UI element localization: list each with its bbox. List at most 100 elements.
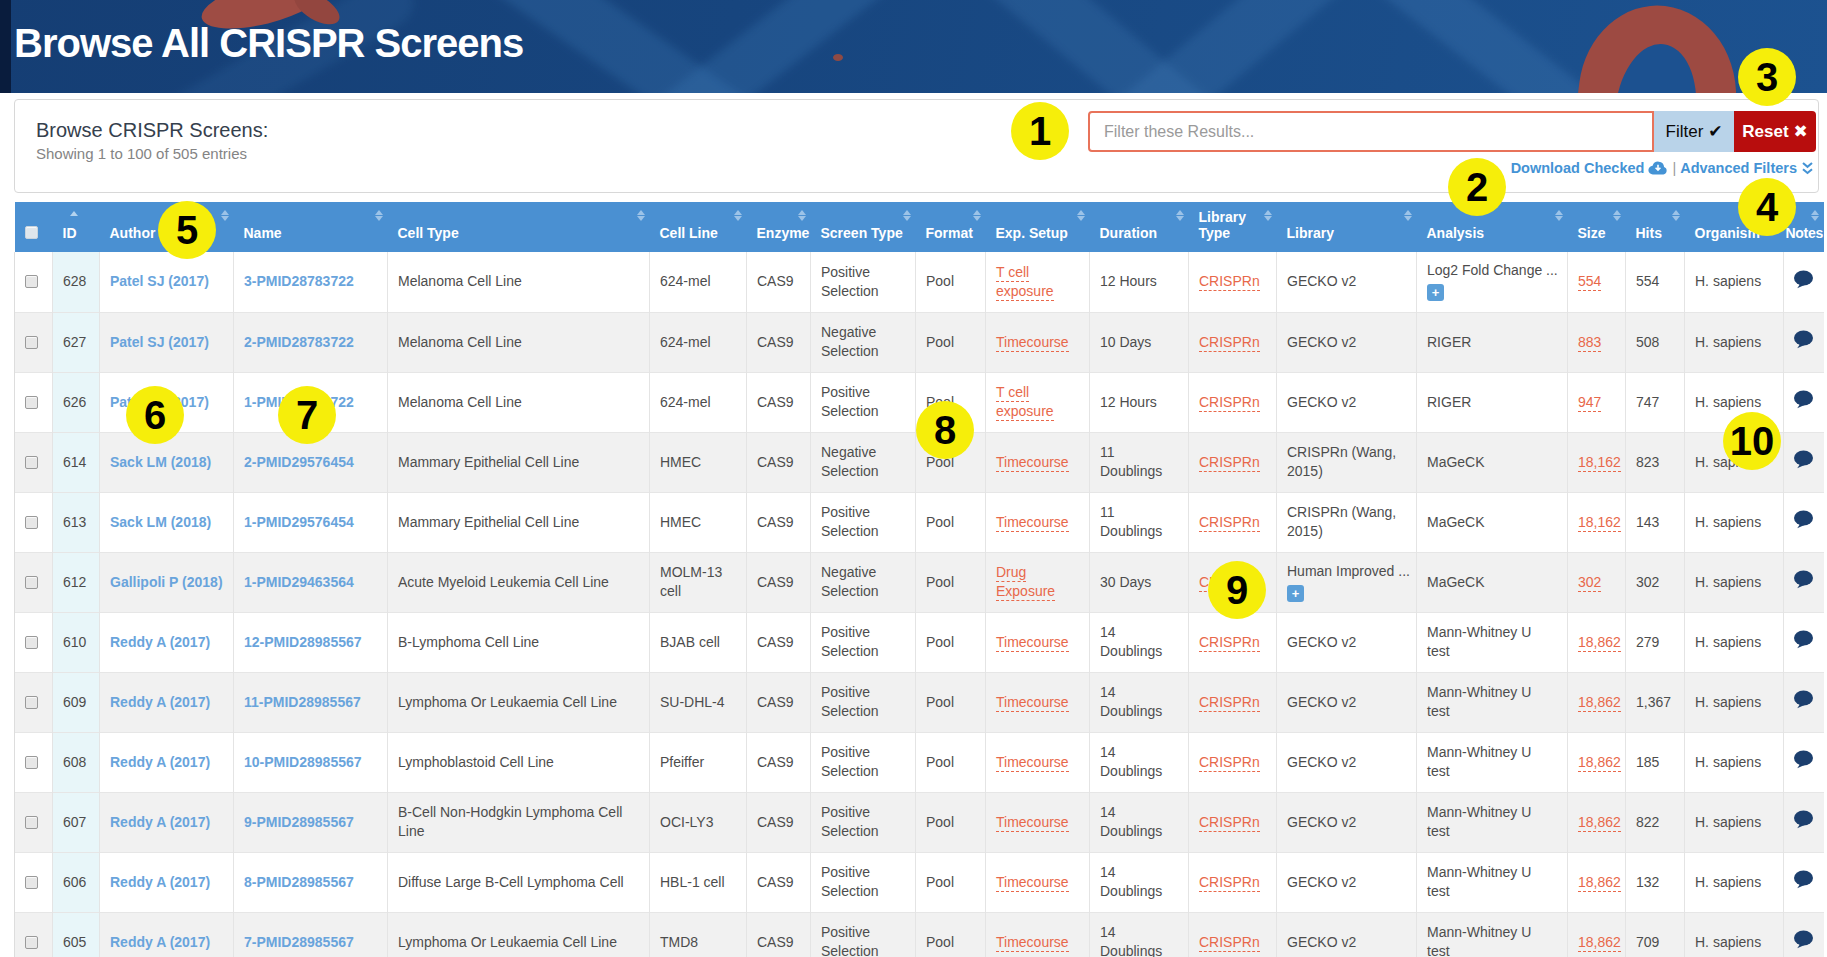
- column-header-exp_setup[interactable]: Exp. Setup: [986, 202, 1090, 252]
- notes-icon[interactable]: [1793, 396, 1814, 412]
- library_type-link[interactable]: CRISPRn: [1199, 814, 1260, 832]
- library_type-link[interactable]: CRISPRn: [1199, 394, 1260, 412]
- notes-icon[interactable]: [1793, 276, 1814, 292]
- filter-input[interactable]: [1088, 111, 1654, 152]
- name-link[interactable]: 12-PMID28985567: [244, 634, 362, 650]
- column-header-library[interactable]: Library: [1277, 202, 1417, 252]
- exp_setup-link[interactable]: Timecourse: [996, 814, 1069, 832]
- exp_setup-link[interactable]: Timecourse: [996, 874, 1069, 892]
- row-checkbox[interactable]: [25, 696, 38, 709]
- name-link[interactable]: 1-PMID29463564: [244, 574, 354, 590]
- notes-icon[interactable]: [1793, 816, 1814, 832]
- column-header-duration[interactable]: Duration: [1090, 202, 1189, 252]
- exp_setup-link[interactable]: Drug Exposure: [996, 564, 1055, 601]
- column-header-enzyme[interactable]: Enzyme: [747, 202, 811, 252]
- notes-icon[interactable]: [1793, 336, 1814, 352]
- exp_setup-link[interactable]: T cell exposure: [996, 384, 1054, 421]
- size-link[interactable]: 18,162: [1578, 454, 1621, 472]
- exp_setup-link[interactable]: Timecourse: [996, 754, 1069, 772]
- size-link[interactable]: 302: [1578, 574, 1601, 592]
- author-link[interactable]: Sack LM (2018): [110, 454, 211, 470]
- column-header-name[interactable]: Name: [234, 202, 388, 252]
- author-link[interactable]: Reddy A (2017): [110, 754, 210, 770]
- row-checkbox[interactable]: [25, 396, 38, 409]
- name-link[interactable]: 3-PMID28783722: [244, 273, 354, 289]
- library_type-link[interactable]: CRISPRn: [1199, 454, 1260, 472]
- column-header-format[interactable]: Format: [916, 202, 986, 252]
- size-link[interactable]: 18,862: [1578, 634, 1621, 652]
- author-link[interactable]: Reddy A (2017): [110, 934, 210, 950]
- size-link[interactable]: 18,862: [1578, 694, 1621, 712]
- author-link[interactable]: Reddy A (2017): [110, 694, 210, 710]
- notes-icon[interactable]: [1793, 936, 1814, 952]
- name-link[interactable]: 11-PMID28985567: [244, 694, 361, 710]
- row-checkbox[interactable]: [25, 456, 38, 469]
- library_type-link[interactable]: CRISPRn: [1199, 273, 1260, 291]
- row-checkbox[interactable]: [25, 576, 38, 589]
- exp_setup-link[interactable]: Timecourse: [996, 454, 1069, 472]
- row-checkbox[interactable]: [25, 516, 38, 529]
- column-header-cell_line[interactable]: Cell Line: [650, 202, 747, 252]
- author-link[interactable]: Reddy A (2017): [110, 814, 210, 830]
- author-link[interactable]: Reddy A (2017): [110, 634, 210, 650]
- author-link[interactable]: Patel SJ (2017): [110, 334, 209, 350]
- size-link[interactable]: 883: [1578, 334, 1601, 352]
- name-link[interactable]: 2-PMID28783722: [244, 334, 354, 350]
- column-header-hits[interactable]: Hits: [1626, 202, 1685, 252]
- notes-icon[interactable]: [1793, 516, 1814, 532]
- exp_setup-link[interactable]: Timecourse: [996, 934, 1069, 952]
- column-header-cell_type[interactable]: Cell Type: [388, 202, 650, 252]
- column-header-size[interactable]: Size: [1568, 202, 1626, 252]
- filter-button[interactable]: Filter ✔: [1654, 111, 1734, 152]
- reset-button[interactable]: Reset ✖: [1734, 111, 1816, 152]
- select-all-checkbox[interactable]: [25, 226, 38, 239]
- library_type-link[interactable]: CRISPRn: [1199, 874, 1260, 892]
- name-link[interactable]: 2-PMID29576454: [244, 454, 354, 470]
- name-link[interactable]: 10-PMID28985567: [244, 754, 362, 770]
- size-link[interactable]: 947: [1578, 394, 1601, 412]
- library_type-link[interactable]: CRISPRn: [1199, 934, 1260, 952]
- row-checkbox[interactable]: [25, 756, 38, 769]
- library_type-link[interactable]: CRISPRn: [1199, 754, 1260, 772]
- notes-icon[interactable]: [1793, 756, 1814, 772]
- author-link[interactable]: Patel SJ (2017): [110, 273, 209, 289]
- library_type-link[interactable]: CRISPRn: [1199, 334, 1260, 352]
- exp_setup-link[interactable]: Timecourse: [996, 634, 1069, 652]
- name-link[interactable]: 7-PMID28985567: [244, 934, 354, 950]
- column-header-library_type[interactable]: Library Type: [1189, 202, 1277, 252]
- author-link[interactable]: Gallipoli P (2018): [110, 574, 223, 590]
- column-header-id[interactable]: ID: [53, 202, 100, 252]
- size-link[interactable]: 554: [1578, 273, 1601, 291]
- size-link[interactable]: 18,862: [1578, 814, 1621, 832]
- row-checkbox[interactable]: [25, 275, 38, 288]
- expand-plus-icon[interactable]: +: [1427, 284, 1444, 301]
- library_type-link[interactable]: CRISPRn: [1199, 514, 1260, 532]
- size-link[interactable]: 18,862: [1578, 754, 1621, 772]
- notes-icon[interactable]: [1793, 576, 1814, 592]
- size-link[interactable]: 18,862: [1578, 874, 1621, 892]
- row-checkbox[interactable]: [25, 636, 38, 649]
- size-link[interactable]: 18,862: [1578, 934, 1621, 952]
- row-checkbox[interactable]: [25, 876, 38, 889]
- notes-icon[interactable]: [1793, 876, 1814, 892]
- author-link[interactable]: Reddy A (2017): [110, 874, 210, 890]
- author-link[interactable]: Sack LM (2018): [110, 514, 211, 530]
- notes-icon[interactable]: [1793, 456, 1814, 472]
- notes-icon[interactable]: [1793, 696, 1814, 712]
- exp_setup-link[interactable]: Timecourse: [996, 334, 1069, 352]
- library_type-link[interactable]: CRISPRn: [1199, 694, 1260, 712]
- download-checked-link[interactable]: Download Checked: [1511, 160, 1669, 176]
- name-link[interactable]: 8-PMID28985567: [244, 874, 354, 890]
- advanced-filters-link[interactable]: Advanced Filters: [1680, 160, 1814, 176]
- exp_setup-link[interactable]: Timecourse: [996, 694, 1069, 712]
- exp_setup-link[interactable]: T cell exposure: [996, 264, 1054, 301]
- row-checkbox[interactable]: [25, 936, 38, 949]
- library_type-link[interactable]: CRISPRn: [1199, 634, 1260, 652]
- size-link[interactable]: 18,162: [1578, 514, 1621, 532]
- name-link[interactable]: 9-PMID28985567: [244, 814, 354, 830]
- expand-plus-icon[interactable]: +: [1287, 585, 1304, 602]
- notes-icon[interactable]: [1793, 636, 1814, 652]
- row-checkbox[interactable]: [25, 816, 38, 829]
- name-link[interactable]: 1-PMID29576454: [244, 514, 354, 530]
- exp_setup-link[interactable]: Timecourse: [996, 514, 1069, 532]
